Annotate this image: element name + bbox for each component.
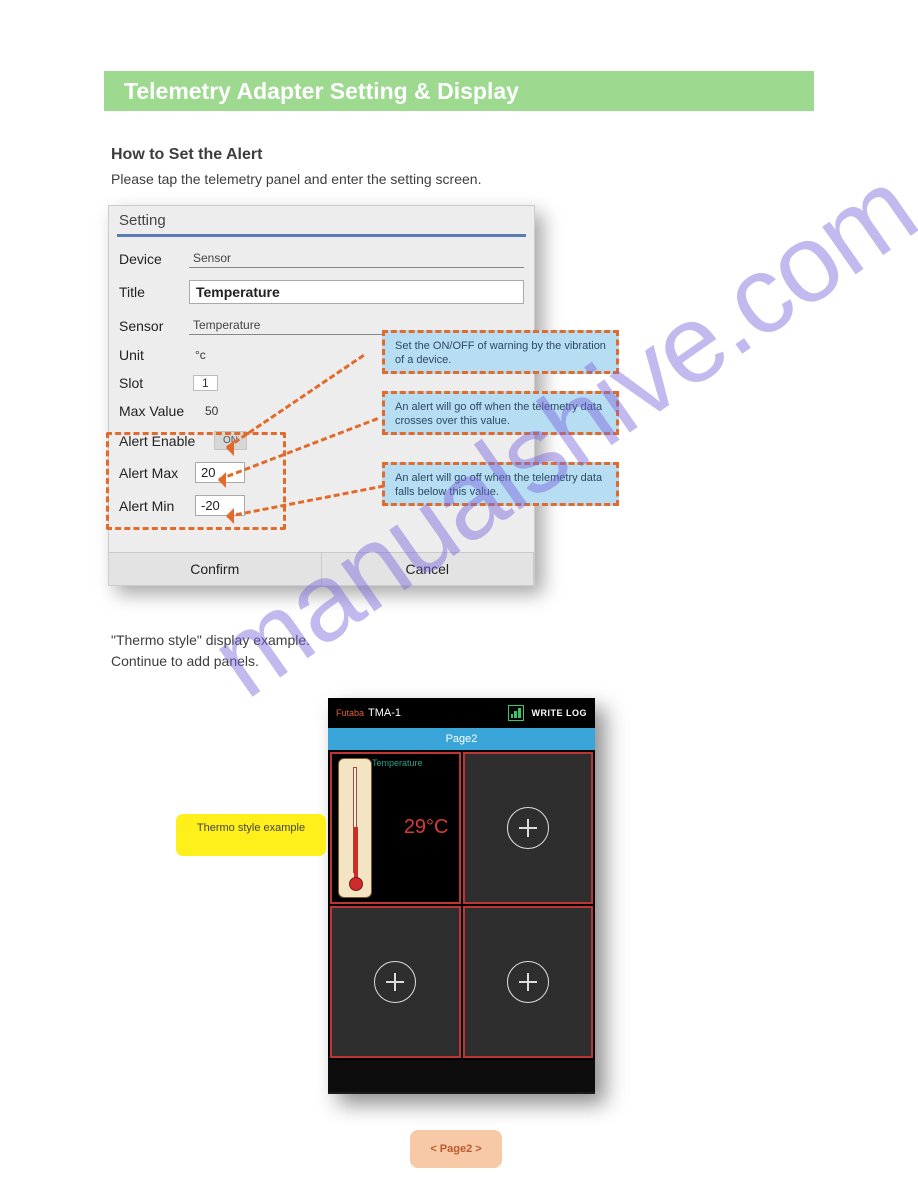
thermo-style-callout: Thermo style example: [176, 814, 326, 856]
dialog-title: Setting: [109, 206, 534, 231]
arrow-head-2: [210, 472, 226, 488]
arrow-head-3: [218, 508, 234, 524]
confirm-button[interactable]: Confirm: [109, 552, 322, 585]
unit-value: °c: [189, 348, 206, 362]
add-tile-4[interactable]: [463, 906, 594, 1058]
plus-icon: [507, 807, 549, 849]
temperature-tile[interactable]: Temperature 29°C: [330, 752, 461, 904]
maxvalue-value: 50: [199, 404, 218, 418]
temp-value: 29°C: [404, 816, 449, 839]
subtitle: How to Set the Alert: [111, 146, 262, 164]
thermometer-icon: [338, 758, 372, 898]
title-label: Title: [119, 284, 189, 300]
alert-highlight-box: [106, 432, 286, 530]
plus-icon: [507, 961, 549, 1003]
page-caption: < Page2 >: [410, 1130, 502, 1168]
plus-icon: [374, 961, 416, 1003]
cancel-button[interactable]: Cancel: [322, 552, 535, 585]
temp-label: Temperature: [372, 758, 423, 768]
device-value[interactable]: Sensor: [189, 249, 524, 268]
section-title-bar: Telemetry Adapter Setting & Display: [104, 71, 814, 111]
app-name: TMA-1: [368, 707, 401, 719]
arrow-head-1: [218, 440, 234, 456]
dialog-button-row: Confirm Cancel: [109, 552, 534, 585]
dialog-divider: [117, 234, 526, 237]
signal-icon[interactable]: [508, 705, 524, 721]
device-label: Device: [119, 251, 189, 267]
slot-value[interactable]: 1: [193, 375, 218, 391]
instruction-text: Please tap the telemetry panel and enter…: [111, 170, 481, 190]
add-tile-3[interactable]: [330, 906, 461, 1058]
callout-min: An alert will go off when the telemetry …: [382, 462, 619, 506]
phone-bottom-bar: [328, 1060, 595, 1092]
phone-app-bar: Futaba TMA-1 WRITE LOG: [328, 698, 595, 728]
post-text-line2: Continue to add panels.: [111, 653, 259, 669]
unit-label: Unit: [119, 347, 189, 363]
section-title: Telemetry Adapter Setting & Display: [104, 71, 814, 112]
sensor-label: Sensor: [119, 318, 189, 334]
app-brand: Futaba: [336, 708, 364, 718]
callout-enable: Set the ON/OFF of warning by the vibrati…: [382, 330, 619, 374]
callout-max: An alert will go off when the telemetry …: [382, 391, 619, 435]
title-input[interactable]: Temperature: [189, 280, 524, 304]
maxvalue-label: Max Value: [119, 403, 199, 419]
phone-mockup: Futaba TMA-1 WRITE LOG Page2 Temperature…: [328, 698, 595, 1094]
device-row: Device Sensor: [109, 243, 534, 274]
write-log-button[interactable]: WRITE LOG: [532, 708, 588, 718]
phone-grid: Temperature 29°C: [328, 750, 595, 1060]
slot-label: Slot: [119, 375, 189, 391]
post-text-line1: "Thermo style" display example.: [111, 632, 310, 648]
phone-page-tab[interactable]: Page2: [328, 728, 595, 750]
post-dialog-text: "Thermo style" display example. Continue…: [111, 630, 310, 672]
add-tile-2[interactable]: [463, 752, 594, 904]
title-row: Title Temperature: [109, 274, 534, 310]
